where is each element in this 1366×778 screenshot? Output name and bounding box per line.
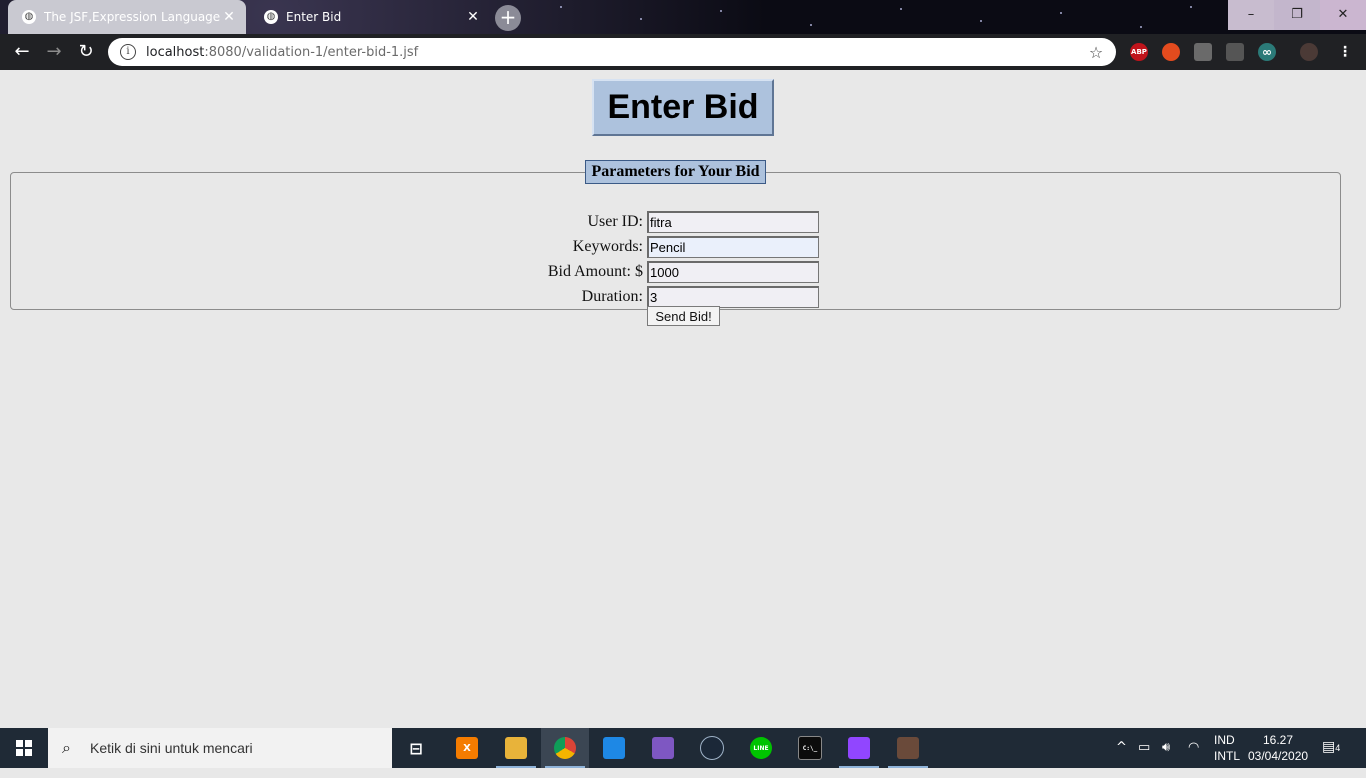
cast-icon[interactable]	[1226, 43, 1244, 61]
volume-icon[interactable]: 🔊︎	[1162, 740, 1170, 755]
taskbar-app-chrome[interactable]	[541, 728, 589, 768]
language-indicator[interactable]: IND INTL	[1214, 732, 1240, 772]
battery-icon[interactable]: ▭	[1138, 740, 1150, 755]
wallpaper-star	[810, 24, 812, 26]
windows-taskbar: ⌕ Ketik di sini untuk mencari ⊟ X LINE C…	[0, 728, 1366, 768]
keywords-input[interactable]	[647, 236, 819, 258]
clock-date: 03/04/2020	[1248, 749, 1309, 763]
forward-button[interactable]: →	[42, 40, 66, 64]
taskbar-app-file-explorer[interactable]	[492, 728, 540, 768]
chevron-up-icon[interactable]: ^	[1116, 740, 1127, 755]
task-view-button[interactable]: ⊟	[392, 728, 440, 768]
bid-parameters-fieldset: Parameters for Your Bid User ID: Keyword…	[10, 160, 1341, 326]
start-button[interactable]	[0, 728, 48, 768]
search-icon: ⌕	[62, 738, 71, 757]
wallpaper-star	[1060, 12, 1062, 14]
send-bid-button[interactable]: Send Bid!	[647, 306, 720, 326]
wallpaper-star	[1190, 6, 1192, 8]
bid-amount-label: Bid Amount: $	[547, 263, 643, 280]
form-row-user-id: User ID:	[11, 211, 1340, 235]
new-tab-button[interactable]: +	[495, 5, 521, 31]
globe-icon: ◍	[22, 10, 36, 24]
fieldset-legend: Parameters for Your Bid	[585, 160, 766, 184]
browser-titlebar: ◍ The JSF,Expression Language ✕ ◍ Enter …	[0, 0, 1366, 34]
tab-title: The JSF,Expression Language	[44, 10, 220, 24]
user-id-input[interactable]	[647, 211, 819, 233]
wallpaper-star	[980, 20, 982, 22]
visual-studio-icon	[652, 737, 674, 759]
user-id-label: User ID:	[587, 213, 643, 230]
reddit-enhancement-icon[interactable]	[1162, 43, 1180, 61]
page-title-box: Enter Bid	[592, 79, 774, 136]
tab-enter-bid[interactable]: ◍ Enter Bid ✕	[250, 0, 490, 34]
wallpaper-star	[640, 18, 642, 20]
close-icon[interactable]: ✕	[464, 9, 482, 25]
game-icon	[897, 737, 919, 759]
minimize-button[interactable]: –	[1228, 0, 1274, 30]
taskbar-search[interactable]: ⌕ Ketik di sini untuk mencari	[48, 728, 392, 768]
tab-jsf-expression-language[interactable]: ◍ The JSF,Expression Language ✕	[8, 0, 246, 34]
keywords-label: Keywords:	[572, 238, 643, 255]
close-window-button[interactable]: ✕	[1320, 0, 1366, 30]
extension-icon[interactable]	[1194, 43, 1212, 61]
avatar[interactable]	[1300, 43, 1318, 61]
language-line1: IND	[1214, 733, 1235, 747]
wifi-icon[interactable]: ◠	[1188, 740, 1199, 755]
task-view-icon: ⊟	[409, 738, 423, 758]
taskbar-app-vscode[interactable]	[590, 728, 638, 768]
line-icon: LINE	[750, 737, 772, 759]
info-icon[interactable]: i	[120, 44, 136, 60]
notification-center-button[interactable]: ▤4	[1322, 738, 1340, 778]
twitch-icon	[848, 737, 870, 759]
taskbar-app-terminal[interactable]: C:\_	[786, 728, 834, 768]
xampp-icon: X	[456, 737, 478, 759]
bookmark-star-icon[interactable]: ☆	[1086, 43, 1106, 62]
url-host: localhost	[146, 44, 205, 60]
taskbar-app-visual-studio[interactable]	[639, 728, 687, 768]
bid-amount-input[interactable]	[647, 261, 819, 283]
address-bar[interactable]: i localhost:8080/validation-1/enter-bid-…	[108, 38, 1116, 66]
wallpaper-star	[900, 8, 902, 10]
globe-icon: ◍	[264, 10, 278, 24]
tab-title: Enter Bid	[286, 10, 342, 24]
infinity-icon[interactable]: ∞	[1258, 43, 1276, 61]
page-content: Enter Bid Parameters for Your Bid User I…	[0, 70, 1366, 728]
back-button[interactable]: ←	[10, 40, 34, 64]
duration-input[interactable]	[647, 286, 819, 308]
address-url[interactable]: localhost:8080/validation-1/enter-bid-1.…	[146, 45, 1086, 60]
notification-count: 4	[1335, 743, 1341, 753]
taskbar-app-twitch[interactable]	[835, 728, 883, 768]
reload-button[interactable]: ↻	[74, 40, 98, 64]
taskbar-app-xampp[interactable]: X	[443, 728, 491, 768]
taskbar-app-game[interactable]	[884, 728, 932, 768]
wallpaper-star	[720, 10, 722, 12]
url-path: :8080/validation-1/enter-bid-1.jsf	[204, 44, 419, 60]
adblock-plus-icon[interactable]: ABP	[1130, 43, 1148, 61]
form-row-bid-amount: Bid Amount: $	[11, 261, 1340, 285]
windows-logo-icon	[16, 740, 32, 756]
system-clock[interactable]: 16.27 03/04/2020	[1248, 732, 1308, 772]
form-row-keywords: Keywords:	[11, 236, 1340, 260]
taskbar-app-line[interactable]: LINE	[737, 728, 785, 768]
maximize-button[interactable]: ❐	[1274, 0, 1320, 30]
chrome-icon	[554, 737, 576, 759]
wallpaper-star	[1140, 26, 1142, 28]
file-explorer-icon	[505, 737, 527, 759]
browser-toolbar: ← → ↻ i localhost:8080/validation-1/ente…	[0, 34, 1366, 70]
page-title: Enter Bid	[607, 88, 759, 126]
steam-icon	[700, 736, 724, 760]
duration-label: Duration:	[581, 288, 643, 305]
wallpaper-star	[560, 6, 562, 8]
terminal-icon: C:\_	[798, 736, 822, 760]
search-placeholder: Ketik di sini untuk mencari	[90, 740, 253, 756]
close-icon[interactable]: ✕	[220, 9, 238, 25]
notification-icon: ▤	[1322, 738, 1336, 754]
taskbar-app-steam[interactable]	[688, 728, 736, 768]
clock-time: 16.27	[1262, 733, 1294, 747]
vscode-icon	[603, 737, 625, 759]
more-menu-icon[interactable]: ⋮	[1336, 43, 1354, 61]
language-line2: INTL	[1214, 749, 1241, 763]
